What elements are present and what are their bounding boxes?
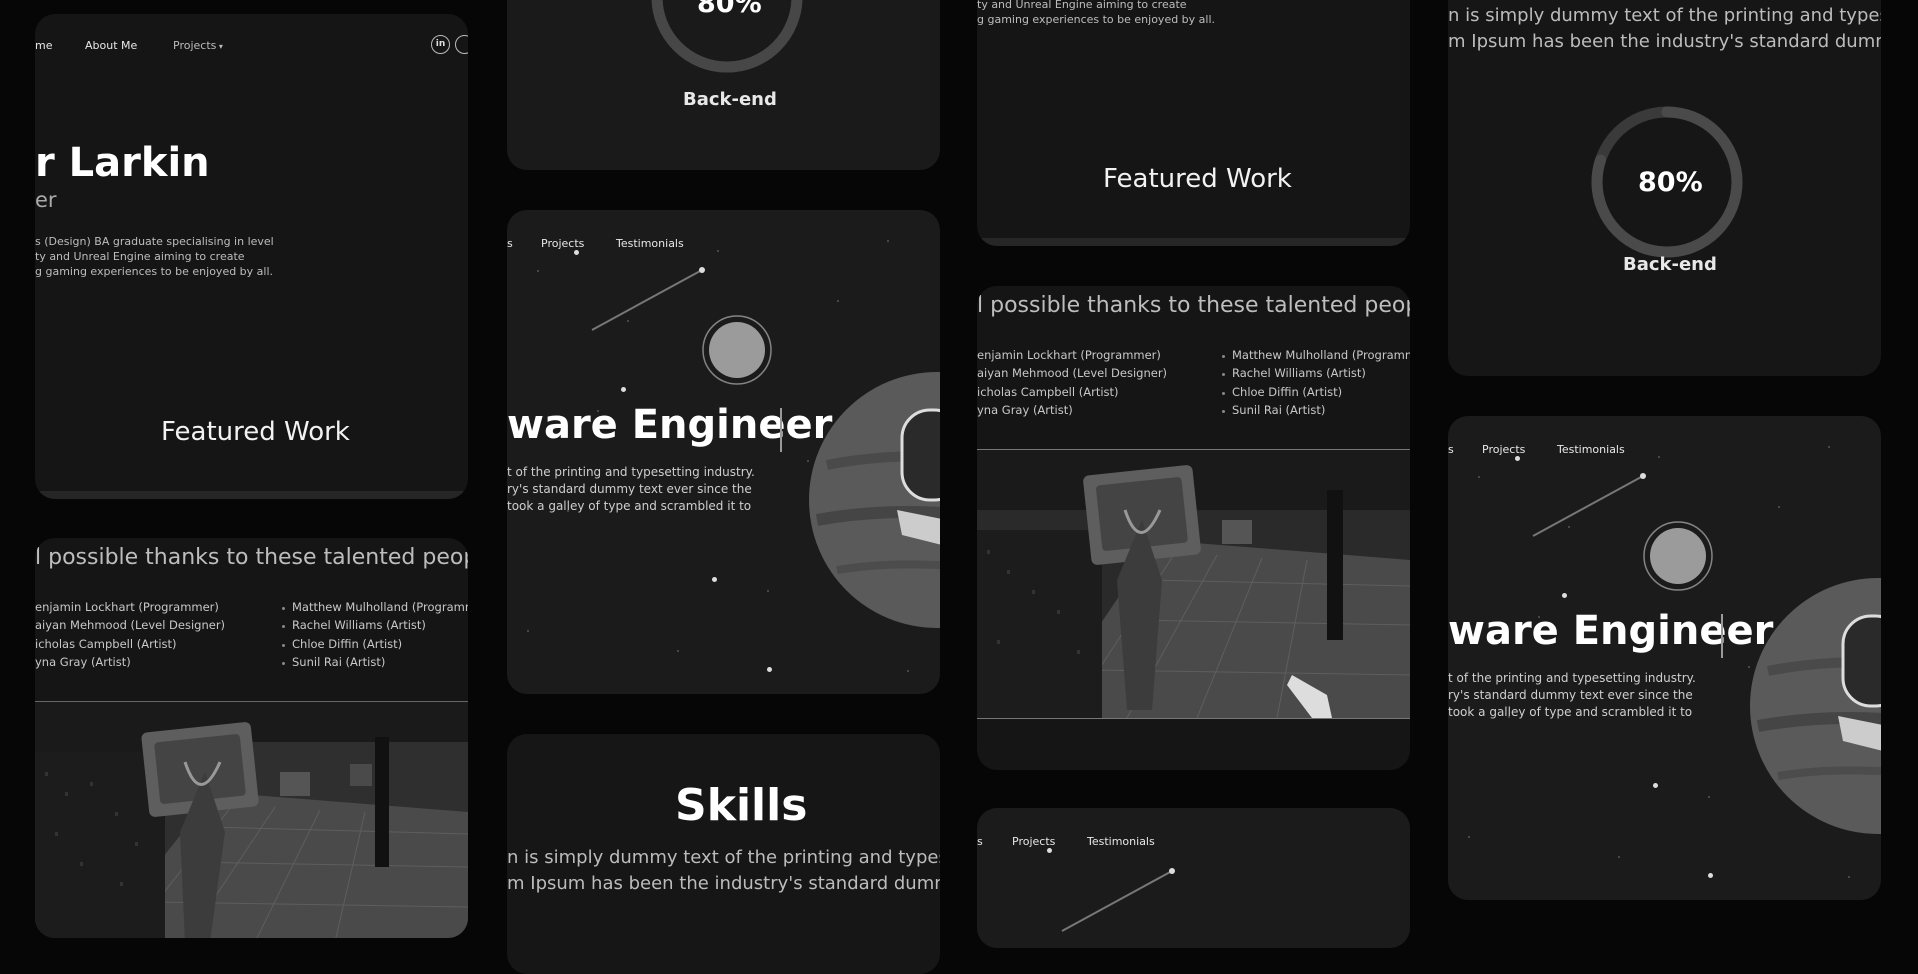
github-icon[interactable] — [455, 35, 468, 54]
nav-testimonials[interactable]: Testimonials — [1087, 835, 1155, 848]
text-cursor — [1721, 614, 1723, 658]
column-1: me About Me Projects ▾ in r Larkin er s … — [35, 0, 468, 938]
hero-card: s Projects Testimonials ware Engineer t … — [507, 210, 940, 694]
skill-label: Back-end — [683, 89, 777, 110]
skills-lorem-line-1: n is simply dummy text of the printing a… — [507, 847, 940, 868]
credit-item: icholas Campbell (Artist) — [977, 385, 1119, 399]
game-scene-illustration — [35, 702, 468, 938]
comet-icon — [591, 267, 705, 331]
credit-item: Chloe Diffin (Artist) — [1232, 385, 1343, 399]
credit-item: Chloe Diffin (Artist) — [292, 637, 403, 651]
nav-projects-fragment[interactable]: s — [977, 835, 983, 848]
skill-card-backend: n is simply dummy text of the printing a… — [1448, 0, 1881, 376]
credit-item: enjamin Lockhart (Programmer) — [977, 348, 1161, 362]
hero-card: s Projects Testimonials — [977, 808, 1410, 948]
hero-blurb-line-2: ry's standard dummy text ever since the — [507, 482, 752, 496]
nav-projects-label: Projects — [173, 39, 217, 52]
profile-role: er — [35, 188, 57, 212]
nav-projects-fragment[interactable]: s — [1448, 443, 1454, 456]
profile-bio-line-3: g gaming experiences to be enjoyed by al… — [977, 13, 1216, 26]
skills-card: Skills n is simply dummy text of the pri… — [507, 734, 940, 974]
credit-item: aiyan Mehmood (Level Designer) — [977, 366, 1168, 380]
credits-heading: l possible thanks to these talented peop… — [35, 545, 468, 570]
hero-title: ware Engineer — [507, 402, 833, 448]
nav-home[interactable]: me — [35, 39, 52, 52]
credits-card: l possible thanks to these talented peop… — [35, 538, 468, 938]
skill-card-backend: 80% Back-end — [507, 0, 940, 170]
credit-item: icholas Campbell (Artist) — [35, 637, 177, 651]
game-screenshot — [977, 449, 1410, 719]
skill-label: Back-end — [1623, 254, 1717, 275]
nav-testimonials[interactable]: Testimonials — [616, 237, 684, 250]
hero-blurb-line-1: t of the printing and typesetting indust… — [507, 465, 755, 479]
about-card-partial: ty and Unreal Engine aiming to create g … — [977, 0, 1410, 246]
nav-projects[interactable]: Projects — [1012, 835, 1055, 848]
skills-lorem-line-1: n is simply dummy text of the printing a… — [1448, 5, 1881, 26]
profile-bio-line-2: ty and Unreal Engine aiming to create — [35, 250, 245, 263]
skills-lorem-line-2: m Ipsum has been the industry's standard… — [1448, 31, 1881, 52]
hero-blurb-line-1: t of the printing and typesetting indust… — [1448, 671, 1696, 685]
credit-item: Sunil Rai (Artist) — [1232, 403, 1326, 417]
profile-bio-line-3: g gaming experiences to be enjoyed by al… — [35, 265, 274, 278]
featured-divider — [977, 238, 1410, 246]
nav-projects[interactable]: Projects — [541, 237, 584, 250]
hero-blurb-line-3: took a galley of type and scrambled it t… — [507, 499, 752, 513]
credits-heading: l possible thanks to these talented peop… — [977, 293, 1410, 318]
featured-divider — [35, 491, 468, 499]
comet-icon — [1532, 473, 1646, 537]
nav-testimonials[interactable]: Testimonials — [1557, 443, 1625, 456]
hero-card: s Projects Testimonials ware Engineer t … — [1448, 416, 1881, 900]
nav-projects[interactable]: Projects — [1482, 443, 1525, 456]
comet-icon — [1061, 868, 1175, 932]
game-scene-illustration — [977, 450, 1410, 718]
hero-blurb-line-3: took a galley of type and scrambled it t… — [1448, 705, 1693, 719]
skills-heading: Skills — [675, 780, 808, 831]
skill-percent: 80% — [1638, 167, 1703, 198]
skill-percent: 80% — [697, 0, 762, 19]
column-3: ty and Unreal Engine aiming to create g … — [977, 0, 1410, 948]
hero-blurb-line-2: ry's standard dummy text ever since the — [1448, 688, 1693, 702]
hero-title: ware Engineer — [1448, 608, 1774, 654]
moon-icon — [1643, 521, 1713, 591]
credit-item: yna Gray (Artist) — [977, 403, 1073, 417]
column-2: 80% Back-end s Projects Testimonials war… — [507, 0, 940, 974]
moon-icon — [702, 315, 772, 385]
credit-item: yna Gray (Artist) — [35, 655, 131, 669]
about-card: me About Me Projects ▾ in r Larkin er s … — [35, 14, 468, 499]
credits-card: l possible thanks to these talented peop… — [977, 286, 1410, 770]
skills-lorem-line-2: m Ipsum has been the industry's standard… — [507, 873, 940, 894]
profile-name: r Larkin — [35, 140, 210, 186]
chevron-down-icon: ▾ — [216, 42, 223, 51]
credit-item: Matthew Mulholland (Programmer) — [1232, 348, 1410, 362]
column-4: n is simply dummy text of the printing a… — [1448, 0, 1881, 917]
credit-item: Rachel Williams (Artist) — [1232, 366, 1366, 380]
nav-about-me[interactable]: About Me — [85, 39, 137, 52]
credit-item: enjamin Lockhart (Programmer) — [35, 600, 219, 614]
text-cursor — [780, 408, 782, 452]
nav-projects[interactable]: Projects ▾ — [173, 39, 223, 52]
credit-item: Matthew Mulholland (Programmer) — [292, 600, 468, 614]
credit-item: Sunil Rai (Artist) — [292, 655, 386, 669]
profile-bio-line-1: s (Design) BA graduate specialising in l… — [35, 235, 274, 248]
credit-item: aiyan Mehmood (Level Designer) — [35, 618, 226, 632]
featured-work-heading: Featured Work — [1103, 164, 1292, 194]
linkedin-icon[interactable]: in — [431, 35, 450, 54]
nav-projects-fragment[interactable]: s — [507, 237, 513, 250]
featured-work-heading: Featured Work — [161, 417, 350, 447]
profile-bio-line-2: ty and Unreal Engine aiming to create — [977, 0, 1187, 11]
credit-item: Rachel Williams (Artist) — [292, 618, 426, 632]
game-screenshot — [35, 701, 468, 938]
